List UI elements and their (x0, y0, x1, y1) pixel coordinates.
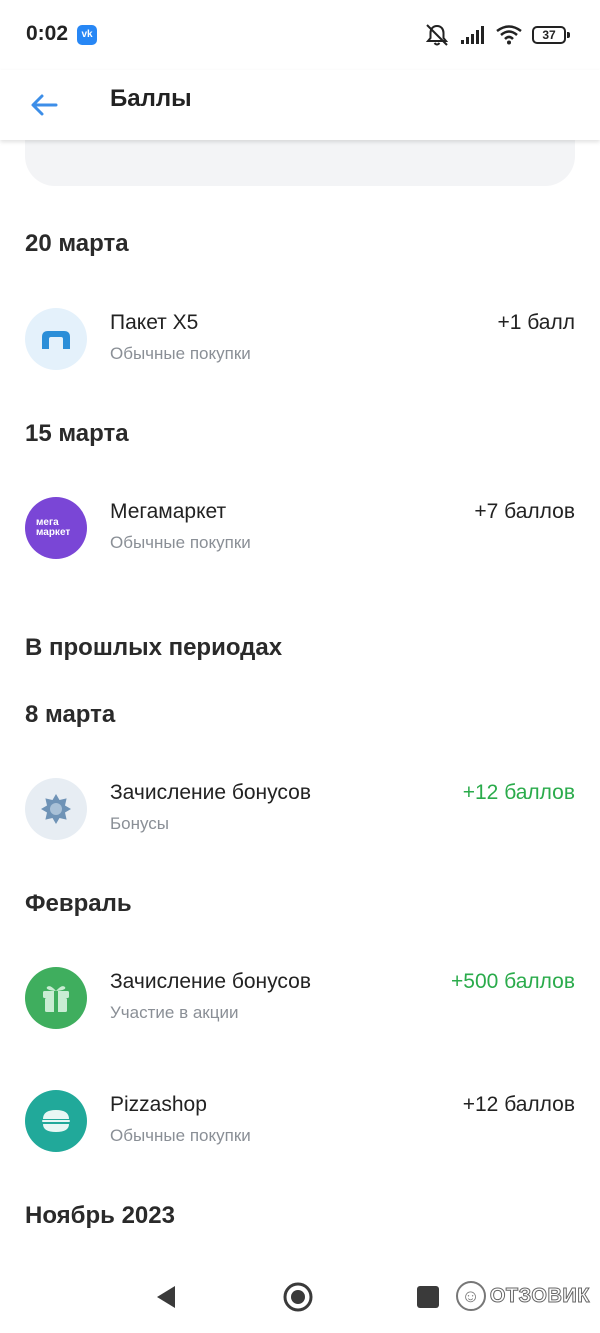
page-title: Баллы (110, 85, 192, 112)
transaction-title: Зачисление бонусов (110, 781, 311, 804)
status-bar: 0:02 vk 37 (0, 0, 600, 70)
transaction-item[interactable]: мега маркет Мегамаркет Обычные покупки +… (25, 497, 575, 559)
transaction-points: +12 баллов (462, 781, 575, 804)
x5-package-icon (25, 308, 87, 370)
transaction-item[interactable]: Пакет X5 Обычные покупки +1 балл (25, 308, 575, 370)
arrow-left-icon (31, 94, 58, 116)
transaction-category: Бонусы (110, 814, 170, 833)
watermark-smile-icon: ☺ (455, 1281, 486, 1311)
pizzashop-burger-icon (25, 1090, 87, 1152)
transaction-points: +500 баллов (451, 970, 575, 993)
transaction-title: Pizzashop (110, 1093, 207, 1116)
transaction-item[interactable]: Зачисление бонусов Участие в акции +500 … (25, 967, 575, 1029)
date-heading: Февраль (25, 890, 132, 917)
status-time: 0:02 (26, 22, 69, 45)
badge-star-icon (25, 778, 87, 840)
megamarket-logo: мега маркет (25, 497, 87, 559)
back-button[interactable] (24, 80, 64, 130)
date-heading: Ноябрь 2023 (25, 1202, 175, 1229)
megamarket-logo-text: мега маркет (36, 517, 71, 538)
transaction-item[interactable]: Зачисление бонусов Бонусы +12 баллов (25, 778, 575, 840)
date-heading: 20 марта (25, 230, 129, 257)
section-heading: В прошлых периодах (25, 634, 283, 661)
nav-home-button[interactable] (278, 1277, 318, 1317)
recents-square-icon (417, 1286, 439, 1308)
transaction-title: Мегамаркет (110, 500, 227, 523)
transaction-category: Обычные покупки (110, 344, 251, 363)
transaction-points: +1 балл (497, 311, 575, 334)
back-triangle-icon (157, 1286, 175, 1308)
transaction-points: +7 баллов (474, 500, 575, 523)
transaction-points: +12 баллов (462, 1093, 575, 1116)
wifi-icon (496, 25, 522, 45)
transaction-item[interactable]: Pizzashop Обычные покупки +12 баллов (25, 1090, 575, 1152)
transaction-category: Обычные покупки (110, 533, 251, 552)
home-circle-icon (283, 1282, 313, 1312)
app-header: Баллы (0, 70, 600, 140)
transaction-title: Пакет X5 (110, 311, 199, 334)
gift-icon (25, 967, 87, 1029)
otzovik-watermark: ☺ ОТЗОВИК (455, 1281, 590, 1311)
transaction-title: Зачисление бонусов (110, 970, 311, 993)
bell-muted-icon (425, 24, 449, 46)
nav-back-button[interactable] (146, 1277, 186, 1317)
transaction-category: Обычные покупки (110, 1126, 251, 1145)
signal-icon (461, 26, 484, 44)
watermark-text: ОТЗОВИК (489, 1284, 590, 1307)
transaction-category: Участие в акции (110, 1003, 239, 1022)
date-heading: 15 марта (25, 420, 129, 447)
nav-recents-button[interactable] (408, 1277, 448, 1317)
battery-icon: 37 (532, 26, 570, 44)
date-heading: 8 марта (25, 701, 116, 728)
status-icons: 37 (424, 22, 570, 48)
vk-app-icon: vk (77, 25, 97, 45)
